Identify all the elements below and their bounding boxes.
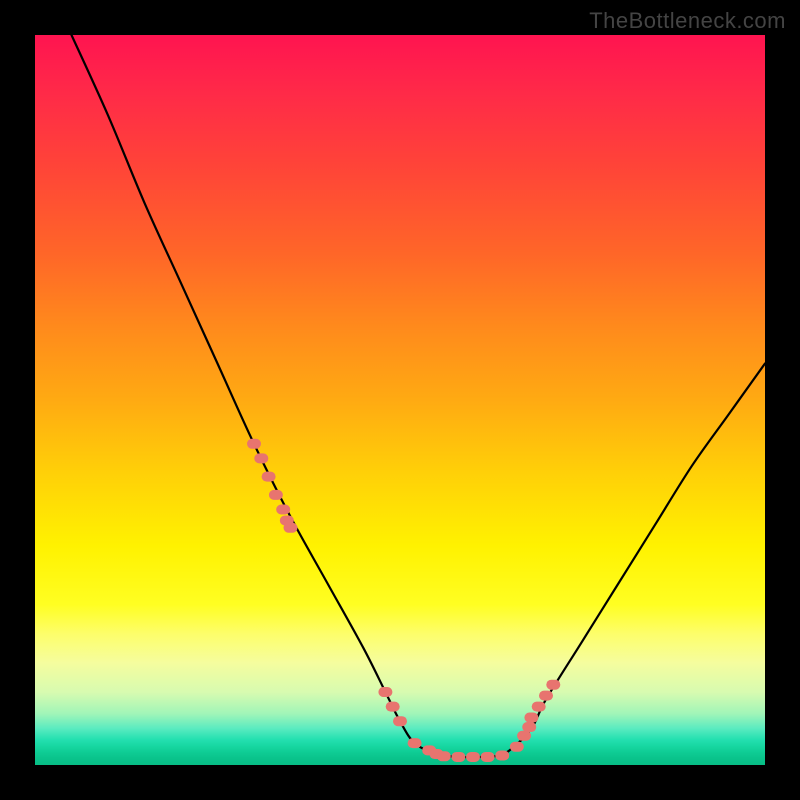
highlight-dot [510,742,524,752]
highlight-dot [269,490,283,500]
highlight-dot [481,752,495,762]
plot-area [35,35,765,765]
highlight-dot [451,752,465,762]
highlight-dot [466,752,480,762]
highlight-dot [393,716,407,726]
highlight-dot [262,472,276,482]
highlight-dot [495,751,509,761]
chart-container: TheBottleneck.com [0,0,800,800]
highlight-dot [408,738,422,748]
highlight-dot [378,687,392,697]
watermark-text: TheBottleneck.com [589,8,786,34]
highlight-dot [546,680,560,690]
highlight-dot [539,691,553,701]
highlight-dot [524,713,538,723]
highlight-dot [247,439,261,449]
highlight-dot [386,702,400,712]
highlight-dot [276,505,290,515]
highlight-dot [284,523,298,533]
highlight-dot [254,453,268,463]
bottleneck-curve-line [72,35,766,757]
highlight-dot [522,722,536,732]
chart-svg [35,35,765,765]
highlight-dot [532,702,546,712]
highlight-markers [247,439,560,762]
highlight-dot [517,731,531,741]
highlight-dot [437,751,451,761]
